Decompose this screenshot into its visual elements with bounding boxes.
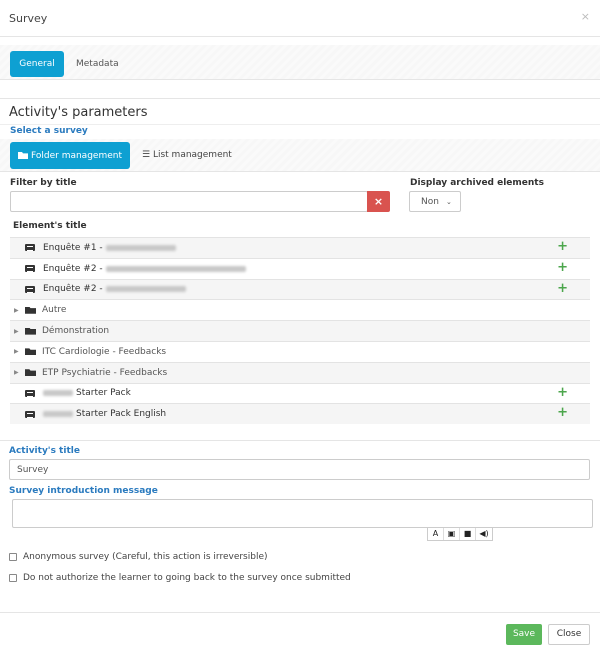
folder-open-icon <box>25 306 36 314</box>
add-icon[interactable]: + <box>557 385 568 400</box>
folder-management-label: Folder management <box>31 150 122 161</box>
option-anonymous[interactable]: Anonymous survey (Careful, this action i… <box>9 552 268 562</box>
section-title: Activity's parameters <box>9 105 148 120</box>
survey-row[interactable]: Enquête #2 - + <box>10 278 590 300</box>
close-icon[interactable]: × <box>581 10 590 23</box>
row-label: Enquête #2 - <box>43 284 103 295</box>
add-icon[interactable]: + <box>557 239 568 254</box>
row-label: ETP Psychiatrie - Feedbacks <box>42 367 168 378</box>
image-icon[interactable]: ▣ <box>444 528 460 540</box>
filter-label: Filter by title <box>10 178 77 188</box>
activity-title-label: Activity's title <box>9 446 80 456</box>
divider <box>0 98 600 99</box>
caret-right-icon[interactable]: ▶ <box>14 348 25 355</box>
folder-row[interactable]: ▶ ETP Psychiatrie - Feedbacks <box>10 361 590 383</box>
list-alt-icon <box>25 389 35 397</box>
row-label: Starter Pack English <box>76 409 167 420</box>
intro-textarea[interactable] <box>12 499 593 528</box>
caret-right-icon[interactable]: ▶ <box>14 369 25 376</box>
modal-title: Survey <box>9 12 48 25</box>
activity-title-input[interactable] <box>9 459 590 480</box>
text-format-icon[interactable]: A <box>428 528 444 540</box>
close-button[interactable]: Close <box>548 624 590 645</box>
anonymous-checkbox[interactable] <box>9 553 17 561</box>
table-header: Element's title <box>13 221 87 231</box>
blurred-text <box>105 244 176 251</box>
row-label: Starter Pack <box>76 388 131 399</box>
blurred-text <box>43 390 73 397</box>
blurred-text <box>43 411 73 418</box>
caret-right-icon[interactable]: ▶ <box>14 307 25 314</box>
survey-row[interactable]: Enquête #1 - + <box>10 237 590 258</box>
list-management-button[interactable]: ☰ List management <box>142 150 232 160</box>
list-alt-icon <box>25 285 35 293</box>
folder-open-icon <box>25 348 36 356</box>
list-management-label: List management <box>152 150 232 160</box>
folder-management-button[interactable]: Folder management <box>10 142 130 169</box>
no-back-label: Do not authorize the learner to going ba… <box>23 573 351 583</box>
select-survey-label: Select a survey <box>10 126 88 136</box>
row-label: Enquête #1 - <box>43 242 103 253</box>
anonymous-label: Anonymous survey (Careful, this action i… <box>23 552 268 562</box>
intro-label: Survey introduction message <box>9 486 158 496</box>
survey-row[interactable]: Starter Pack + <box>10 382 590 404</box>
tab-bar: General Metadata <box>0 45 600 80</box>
modal-header: Survey × <box>0 0 600 37</box>
archived-value: Non <box>421 196 439 207</box>
folder-row[interactable]: ▶ Autre <box>10 299 590 320</box>
survey-row[interactable]: Starter Pack English + <box>10 403 590 425</box>
audio-icon[interactable]: ◀) <box>476 528 492 540</box>
add-icon[interactable]: + <box>557 260 568 275</box>
blurred-text <box>105 265 246 272</box>
modal-footer <box>0 612 600 613</box>
divider <box>0 440 600 441</box>
folder-open-icon <box>18 152 29 159</box>
row-label: Démonstration <box>42 326 110 337</box>
add-icon[interactable]: + <box>557 405 568 420</box>
save-button[interactable]: Save <box>506 624 542 645</box>
row-label: ITC Cardiologie - Feedbacks <box>42 346 167 357</box>
archived-label: Display archived elements <box>410 178 544 188</box>
folder-row[interactable]: ▶ Démonstration <box>10 320 590 341</box>
list-alt-icon <box>25 265 35 273</box>
tab-general[interactable]: General <box>10 51 64 77</box>
row-label: Autre <box>42 305 67 316</box>
clear-filter-button[interactable]: × <box>367 191 390 212</box>
folder-row[interactable]: ▶ ITC Cardiologie - Feedbacks <box>10 341 590 362</box>
add-icon[interactable]: + <box>557 281 568 296</box>
folder-open-icon <box>25 369 36 377</box>
option-no-back[interactable]: Do not authorize the learner to going ba… <box>9 573 351 583</box>
chevron-down-icon: ⌄ <box>445 197 452 206</box>
no-back-checkbox[interactable] <box>9 574 17 582</box>
list-alt-icon <box>25 410 35 418</box>
video-icon[interactable]: ■ <box>460 528 476 540</box>
blurred-text <box>105 286 186 293</box>
list-alt-icon <box>25 244 35 252</box>
filter-input[interactable] <box>10 191 368 212</box>
archived-select[interactable]: Non ⌄ <box>409 191 461 212</box>
editor-toolbar: A ▣ ■ ◀) <box>427 527 493 541</box>
divider <box>0 124 600 125</box>
row-label: Enquête #2 - <box>43 263 103 274</box>
tab-metadata[interactable]: Metadata <box>76 59 119 69</box>
folder-open-icon <box>25 327 36 335</box>
view-toolbar: Folder management ☰ List management <box>0 139 600 172</box>
caret-right-icon[interactable]: ▶ <box>14 328 25 335</box>
survey-row[interactable]: Enquête #2 - + <box>10 257 590 279</box>
list-icon: ☰ <box>142 150 151 160</box>
